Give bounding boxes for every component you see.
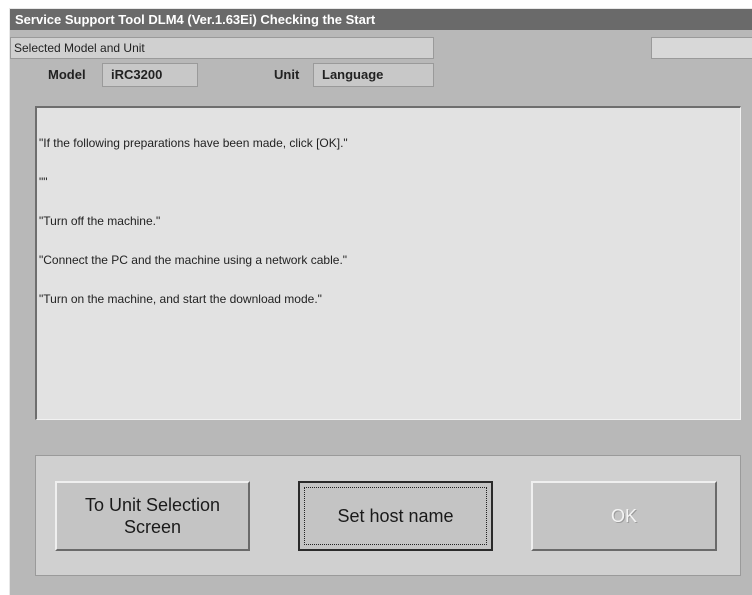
instruction-line: "" xyxy=(39,175,48,189)
model-value: iRC3200 xyxy=(102,63,198,87)
model-label: Model xyxy=(48,67,86,82)
instruction-line: "Turn off the machine." xyxy=(39,214,161,228)
set-host-name-button[interactable]: Set host name xyxy=(298,481,493,551)
to-unit-selection-label-line2: Screen xyxy=(123,517,182,537)
unit-label: Unit xyxy=(274,67,300,82)
status-field xyxy=(651,37,752,59)
button-panel: To Unit Selection Screen Set host name O… xyxy=(35,455,741,576)
instruction-line: "If the following preparations have been… xyxy=(39,136,348,150)
focus-ring xyxy=(304,487,487,545)
selected-model-unit-label: Selected Model and Unit xyxy=(10,37,434,59)
window-title: Service Support Tool DLM4 (Ver.1.63Ei) C… xyxy=(10,9,752,30)
to-unit-selection-label-line1: To Unit Selection xyxy=(84,495,221,515)
instruction-line: "Connect the PC and the machine using a … xyxy=(39,253,348,267)
ok-button[interactable]: OK xyxy=(531,481,717,551)
unit-value: Language xyxy=(313,63,434,87)
ok-label: OK xyxy=(610,506,637,526)
instructions-text-area[interactable]: "If the following preparations have been… xyxy=(35,106,741,420)
instruction-line: "Turn on the machine, and start the down… xyxy=(39,292,322,306)
to-unit-selection-button[interactable]: To Unit Selection Screen xyxy=(55,481,250,551)
main-window: Service Support Tool DLM4 (Ver.1.63Ei) C… xyxy=(9,8,752,595)
